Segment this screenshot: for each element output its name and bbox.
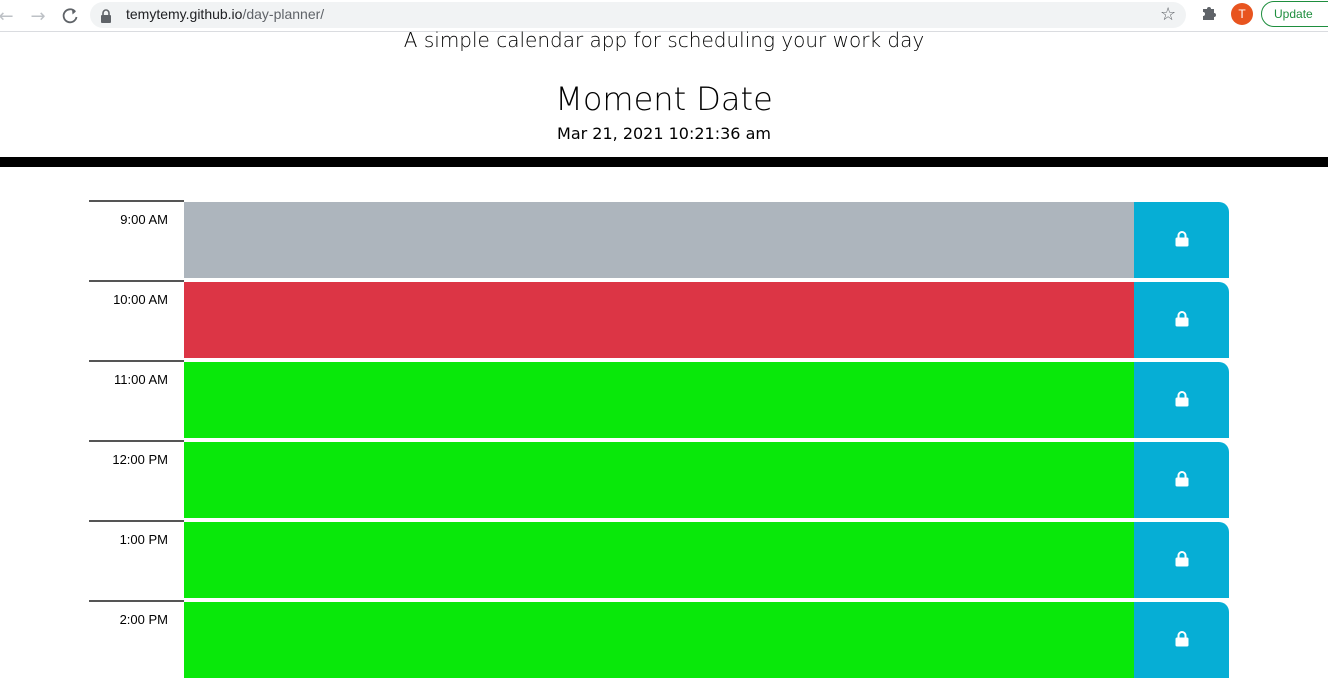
hour-label: 10:00 AM <box>89 280 184 360</box>
time-block-row: 2:00 PM <box>89 600 1229 680</box>
address-bar[interactable]: temytemy.github.io/day-planner/ <box>90 2 1186 28</box>
reload-icon[interactable] <box>58 4 82 28</box>
url-path: /day-planner/ <box>242 6 325 22</box>
lock-icon <box>1175 390 1189 410</box>
save-button[interactable] <box>1134 522 1229 598</box>
current-datetime: Mar 21, 2021 10:21:36 am <box>557 124 771 143</box>
lock-icon <box>1175 310 1189 330</box>
lock-icon <box>1175 470 1189 490</box>
profile-avatar[interactable]: T <box>1231 3 1253 25</box>
url-text: temytemy.github.io/day-planner/ <box>126 6 324 22</box>
update-button[interactable]: Update <box>1261 1 1328 27</box>
back-arrow-icon[interactable]: ← <box>0 4 18 28</box>
time-block-row: 12:00 PM <box>89 440 1229 520</box>
page-header: A simple calendar app for scheduling you… <box>0 28 1328 157</box>
extensions-puzzle-icon[interactable] <box>1200 4 1220 24</box>
page-title: Moment Date <box>555 80 773 118</box>
app-description: A simple calendar app for scheduling you… <box>403 28 925 52</box>
header-divider <box>0 157 1328 167</box>
time-block-row: 10:00 AM <box>89 280 1229 360</box>
event-description-input[interactable] <box>184 202 1134 278</box>
save-button[interactable] <box>1134 362 1229 438</box>
event-description-input[interactable] <box>184 522 1134 598</box>
time-block-list: 9:00 AM 10:00 AM 11:00 AM 12:00 PM 1:00 PM 2:… <box>89 200 1229 680</box>
save-button[interactable] <box>1134 442 1229 518</box>
save-button[interactable] <box>1134 602 1229 678</box>
hour-label: 1:00 PM <box>89 520 184 600</box>
hour-label: 12:00 PM <box>89 440 184 520</box>
hour-label: 11:00 AM <box>89 360 184 440</box>
event-description-input[interactable] <box>184 442 1134 518</box>
time-block-row: 11:00 AM <box>89 360 1229 440</box>
hour-label: 2:00 PM <box>89 600 184 680</box>
event-description-input[interactable] <box>184 362 1134 438</box>
lock-icon <box>1175 230 1189 250</box>
save-button[interactable] <box>1134 282 1229 358</box>
time-block-row: 1:00 PM <box>89 520 1229 600</box>
lock-icon <box>1175 550 1189 570</box>
save-button[interactable] <box>1134 202 1229 278</box>
url-domain: temytemy.github.io <box>126 6 243 22</box>
lock-icon <box>1175 630 1189 650</box>
time-block-row: 9:00 AM <box>89 200 1229 280</box>
hour-label: 9:00 AM <box>89 200 184 280</box>
event-description-input[interactable] <box>184 602 1134 678</box>
bookmark-star-icon[interactable]: ☆ <box>1160 4 1176 25</box>
forward-arrow-icon[interactable]: → <box>26 4 50 28</box>
event-description-input[interactable] <box>184 282 1134 358</box>
lock-icon <box>100 8 114 23</box>
